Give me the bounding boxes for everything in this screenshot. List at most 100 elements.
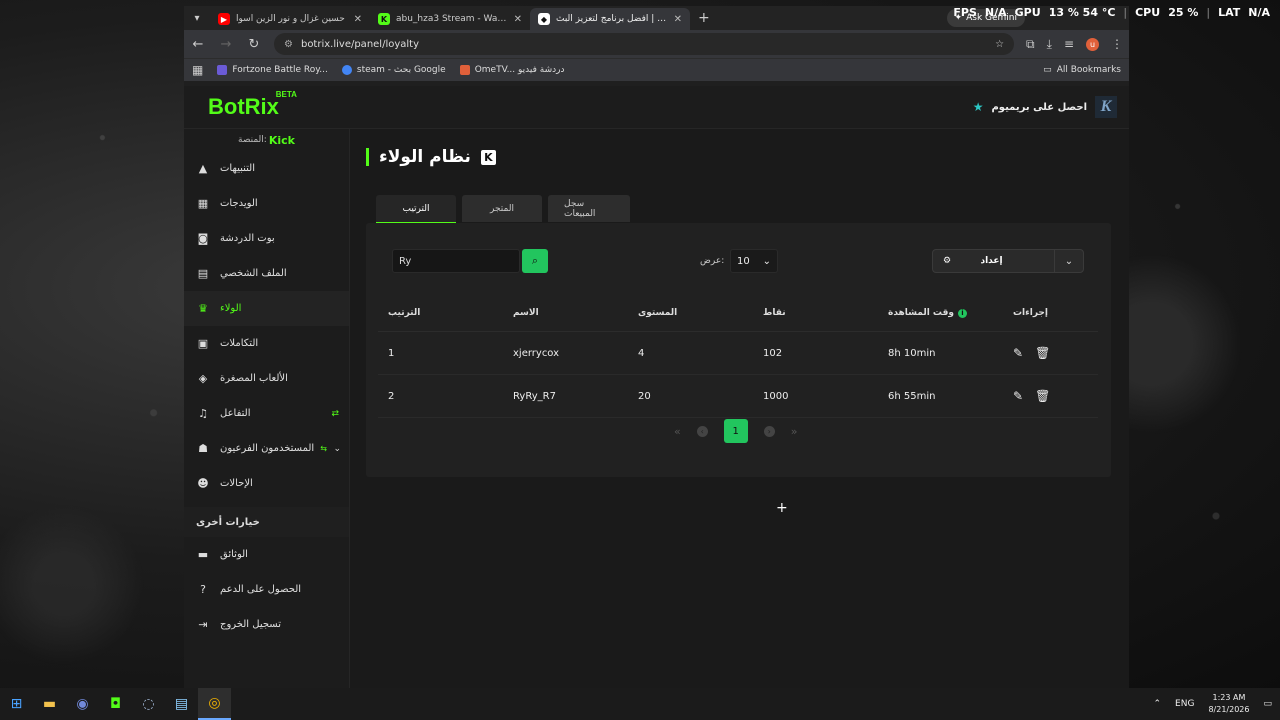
- cell-watchtime: 8h 10min: [878, 331, 1003, 375]
- clock[interactable]: 1:23 AM 8/21/2026: [1208, 692, 1249, 716]
- new-tab-button[interactable]: +: [690, 10, 718, 26]
- sidebar-item-subusers[interactable]: ☗ المستخدمون الفرعيون ⇆ ⌄: [184, 431, 349, 466]
- chevron-down-icon: ⌄: [1064, 255, 1074, 267]
- bookmark-ometv[interactable]: OmeTV... دردشة فيديو: [459, 65, 565, 75]
- browser-menu-icon[interactable]: ⋮: [1111, 37, 1123, 51]
- taskbar-chrome[interactable]: ◎: [198, 688, 231, 720]
- taskbar-steam[interactable]: ◌: [132, 688, 165, 720]
- widgets-icon: ▦: [197, 197, 209, 210]
- taskbar-file-explorer[interactable]: ▬: [33, 688, 66, 720]
- col-watchtime[interactable]: وقت المشاهدة i: [878, 295, 1003, 332]
- forward-icon[interactable]: →: [218, 37, 234, 52]
- sidebar-item-label: الوثائق: [220, 549, 248, 560]
- browser-tab-botrix[interactable]: ◆ الولاء | أفضل برنامج لتعزيز البث ✕: [530, 8, 690, 30]
- sidebar-item-logout[interactable]: ⇥ تسجيل الخروج: [184, 607, 349, 642]
- next-page-icon[interactable]: ›: [763, 425, 775, 437]
- sidebar-item-interaction[interactable]: ♫ التفاعل ⇄: [184, 396, 349, 431]
- tab-search-icon[interactable]: ▾: [184, 6, 210, 30]
- tab-store[interactable]: المتجر: [462, 195, 542, 222]
- reload-icon[interactable]: ↻: [246, 37, 262, 52]
- browser-tab-kick[interactable]: K abu_hza3 Stream - Watch Live ✕: [370, 8, 530, 30]
- back-icon[interactable]: ←: [190, 37, 206, 52]
- tab-sales-log[interactable]: سجل المبيعات: [548, 195, 630, 222]
- col-name[interactable]: الاسم: [503, 295, 628, 332]
- setup-dropdown-button[interactable]: ⌄: [1054, 250, 1083, 272]
- sidebar-item-loyalty[interactable]: ♛ الولاء: [184, 291, 349, 326]
- bookmark-fortzone[interactable]: Fortzone Battle Roy...: [217, 65, 328, 75]
- tab-close-icon[interactable]: ✕: [514, 14, 522, 25]
- search-button[interactable]: ⌕: [522, 249, 548, 273]
- search-icon: ⌕: [531, 254, 539, 267]
- get-premium-link[interactable]: احصل على بريميوم: [991, 102, 1087, 113]
- prev-page-icon[interactable]: ‹: [696, 425, 708, 437]
- sidebar-item-label: الحصول على الدعم: [220, 584, 302, 595]
- tray-chevron-up-icon[interactable]: ⌃: [1154, 699, 1162, 709]
- user-avatar[interactable]: K: [1095, 96, 1117, 118]
- table-header-row: الترتيب الاسم المستوى نقاط وقت المشاهدة i…: [378, 295, 1098, 332]
- bookmark-google[interactable]: steam - بحث Google: [341, 65, 446, 75]
- page-size-select[interactable]: 10 ⌄: [730, 249, 778, 273]
- url-text: botrix.live/panel/loyalty: [300, 38, 420, 50]
- setup-button-group: ⚙ إعداد ⌄: [932, 249, 1084, 273]
- tab-close-icon[interactable]: ✕: [354, 14, 362, 25]
- lat-label: LAT: [1218, 6, 1241, 19]
- trash-icon[interactable]: 🗑: [1035, 346, 1050, 360]
- star-icon: ★: [972, 100, 984, 114]
- botrix-icon: ◆: [538, 13, 550, 25]
- edit-icon[interactable]: ✎: [1013, 346, 1023, 360]
- taskbar-discord[interactable]: ◉: [66, 688, 99, 720]
- start-button[interactable]: ⊞: [0, 688, 33, 720]
- profile-avatar[interactable]: u: [1086, 37, 1099, 51]
- sidebar-item-label: التفاعل: [220, 408, 251, 419]
- platform-label: المنصة:: [238, 135, 267, 145]
- col-points[interactable]: نقاط: [753, 295, 878, 332]
- sidebar-item-widgets[interactable]: ▦ الويدجات: [184, 186, 349, 221]
- tab-close-icon[interactable]: ✕: [674, 14, 682, 25]
- platform-indicator[interactable]: المنصة: Kick: [184, 129, 349, 151]
- sidebar-item-minigames[interactable]: ◈ الألعاب المصغرة: [184, 361, 349, 396]
- notification-icon[interactable]: ▭: [1263, 699, 1272, 709]
- cell-level: 4: [628, 331, 753, 375]
- cell-rank: 1: [378, 331, 503, 375]
- bookmark-star-icon[interactable]: ☆: [995, 39, 1004, 50]
- language-indicator[interactable]: ENG: [1175, 699, 1194, 709]
- system-tray: ⌃ ENG 1:23 AM 8/21/2026 ▭: [1154, 688, 1273, 720]
- last-page-icon[interactable]: »: [791, 425, 798, 438]
- address-bar[interactable]: ⚙ botrix.live/panel/loyalty ☆: [274, 33, 1015, 55]
- chevron-down-icon[interactable]: ⌄: [333, 444, 341, 454]
- site-header: BotRix BETA ★ احصل على بريميوم K: [184, 86, 1129, 129]
- col-rank[interactable]: الترتيب: [378, 295, 503, 332]
- sidebar-item-chatbot[interactable]: ◙ بوت الدردشة: [184, 221, 349, 256]
- cell-actions: ✎ 🗑: [1003, 331, 1098, 375]
- search-input[interactable]: [392, 249, 520, 273]
- media-control-icon[interactable]: ≡: [1064, 37, 1074, 51]
- setup-button[interactable]: ⚙ إعداد: [933, 256, 1054, 266]
- tab-leaderboard[interactable]: الترتيب: [376, 195, 456, 224]
- info-icon[interactable]: i: [957, 309, 967, 318]
- lat-value: N/A: [1248, 6, 1270, 19]
- all-bookmarks[interactable]: ▭ All Bookmarks: [1043, 65, 1121, 75]
- taskbar-notepad[interactable]: ▤: [165, 688, 198, 720]
- sidebar-item-profile[interactable]: ▤ الملف الشخصي: [184, 256, 349, 291]
- edit-icon[interactable]: ✎: [1013, 389, 1023, 403]
- download-icon[interactable]: ⤓: [1047, 37, 1052, 52]
- page-button-current[interactable]: 1: [723, 419, 748, 443]
- sidebar-item-alerts[interactable]: ▲ التنبيهات: [184, 151, 349, 186]
- extensions-icon[interactable]: ⧉: [1026, 37, 1035, 52]
- sidebar-item-support[interactable]: ? الحصول على الدعم: [184, 572, 349, 607]
- sidebar-item-referrals[interactable]: ☻ الإحالات: [184, 466, 349, 501]
- tab-title: حسين غزال و نور الزين اسوأ: [236, 14, 345, 24]
- gpu-value: 13 % 54 °C: [1048, 6, 1116, 19]
- col-level[interactable]: المستوى: [628, 295, 753, 332]
- botrix-logo[interactable]: BotRix BETA: [208, 90, 297, 120]
- stats-separator: |: [1123, 6, 1128, 19]
- clock-time: 1:23 AM: [1212, 693, 1246, 702]
- apps-grid-icon[interactable]: ▦: [192, 63, 203, 77]
- sidebar-item-docs[interactable]: ▬ الوثائق: [184, 537, 349, 572]
- taskbar-kick[interactable]: ◘: [99, 688, 132, 720]
- trash-icon[interactable]: 🗑: [1035, 389, 1050, 403]
- site-info-icon[interactable]: ⚙: [284, 39, 293, 50]
- first-page-icon[interactable]: «: [674, 425, 681, 438]
- browser-tab-youtube[interactable]: ▶ حسين غزال و نور الزين اسوأ ✕: [210, 8, 370, 30]
- sidebar-item-integrations[interactable]: ▣ التكاملات: [184, 326, 349, 361]
